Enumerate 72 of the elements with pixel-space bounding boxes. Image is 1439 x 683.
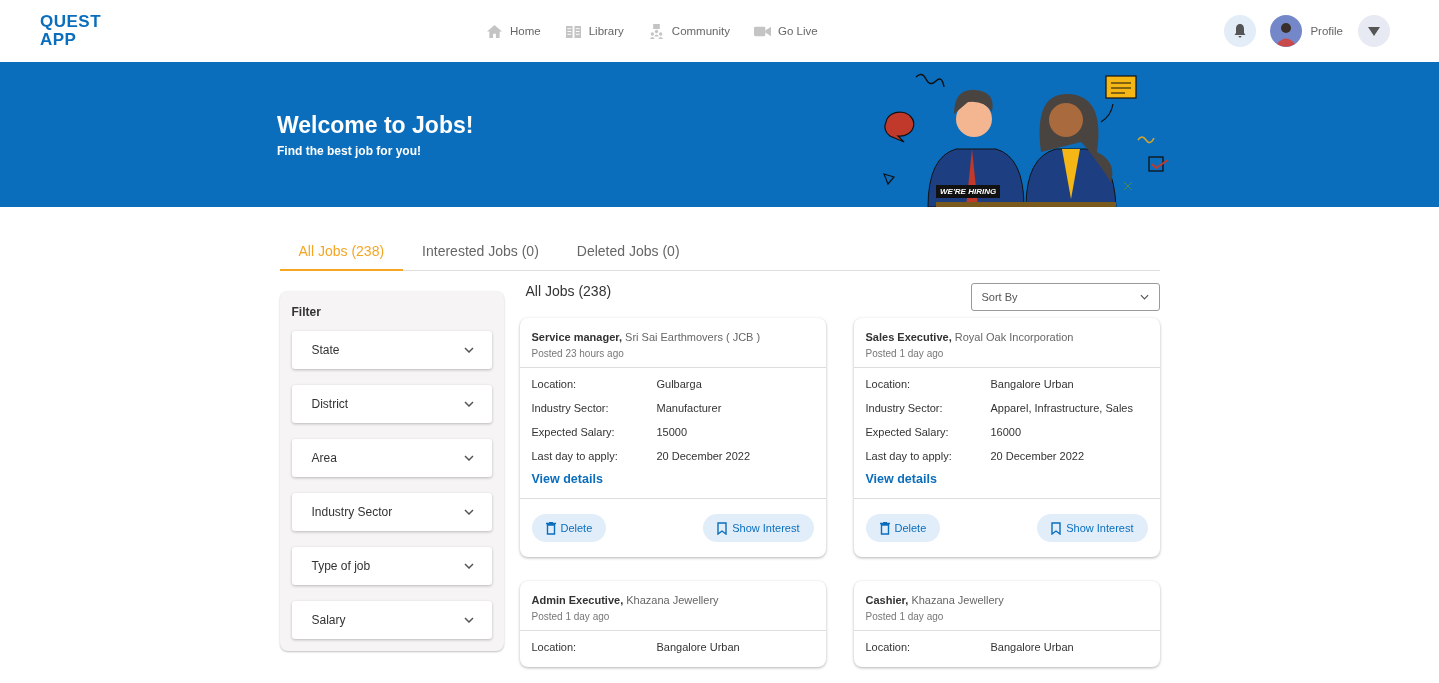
posted-time: Posted 1 day ago [865,611,945,622]
field-value: 20 December 2022 [656,449,752,464]
field-label: Location: [531,377,578,392]
job-title: Cashier, Khazana Jewellery [865,594,1005,606]
list-title: All Jobs (238) [525,283,612,299]
sort-dropdown[interactable]: Sort By [970,283,1160,311]
filter-dropdown[interactable]: Type of job [291,547,492,585]
app-logo[interactable]: QUEST APP [40,13,102,49]
field-value: Bangalore Urban [990,640,1075,655]
field-label: Expected Salary: [531,425,616,440]
chevron-down-icon [463,509,474,515]
profile-menu-button[interactable] [1358,15,1390,47]
field-value: 16000 [990,425,1023,440]
home-icon [486,23,503,39]
job-title: Service manager, Sri Sai Earthmovers ( JCB ) [531,331,762,343]
field-value: Bangalore Urban [990,377,1075,392]
tab[interactable]: Interested Jobs (0) [403,235,558,271]
field-value: Gulbarga [656,377,703,392]
field-value: Apparel, Infrastructure, Sales [990,401,1134,416]
field-label: Last day to apply: [865,449,953,464]
chevron-down-icon [463,401,474,407]
bookmark-icon [717,521,728,535]
notifications-button[interactable] [1224,15,1257,47]
field-label: Location: [865,640,912,655]
people-icon [647,23,665,39]
field-label: Industry Sector: [865,401,944,416]
trash-icon [545,521,556,535]
hiring-sign: WE'RE HIRING [936,185,1001,198]
avatar-icon[interactable] [1270,15,1303,47]
field-label: Last day to apply: [531,449,619,464]
filter-dropdown[interactable]: State [291,331,492,369]
view-details-link[interactable]: View details [865,472,1148,486]
job-title: Sales Executive, Royal Oak Incorporation [865,331,1075,343]
delete-button[interactable]: Delete [865,514,941,542]
show-interest-button[interactable]: Show Interest [703,514,814,542]
field-value: Manufacturer [656,401,723,416]
caret-icon [1368,26,1380,36]
field-value: 20 December 2022 [990,449,1086,464]
chevron-down-icon [463,617,474,623]
job-title: Admin Executive, Khazana Jewellery [531,594,720,606]
field-label: Location: [531,640,578,655]
trash-icon [879,521,890,535]
banner-title: Welcome to Jobs! [277,111,474,139]
nav-link[interactable]: Home [486,23,541,39]
filter-title: Filter [291,305,322,319]
filter-dropdown[interactable]: Area [291,439,492,477]
chevron-down-icon [1139,294,1149,300]
field-value: 15000 [656,425,689,440]
chevron-down-icon [463,455,474,461]
book-icon [564,23,582,39]
chevron-down-icon [463,563,474,569]
filter-dropdown[interactable]: Salary [291,601,492,639]
field-label: Industry Sector: [531,401,610,416]
chevron-down-icon [463,347,474,353]
field-label: Location: [865,377,912,392]
field-value: Bangalore Urban [656,640,741,655]
show-interest-button[interactable]: Show Interest [1037,514,1148,542]
nav-link[interactable]: Go Live [754,23,818,39]
posted-time: Posted 1 day ago [531,611,611,622]
nav-link[interactable]: Library [564,23,624,39]
tab[interactable]: Deleted Jobs (0) [557,235,699,271]
nav-link[interactable]: Community [647,23,730,39]
bookmark-icon [1051,521,1062,535]
delete-button[interactable]: Delete [531,514,607,542]
posted-time: Posted 1 day ago [865,348,945,359]
filter-dropdown[interactable]: District [291,385,492,423]
profile-label[interactable]: Profile [1310,25,1343,37]
field-label: Expected Salary: [865,425,950,440]
view-details-link[interactable]: View details [531,472,814,486]
banner-subtitle: Find the best job for you! [277,143,422,158]
filter-dropdown[interactable]: Industry Sector [291,493,492,531]
posted-time: Posted 23 hours ago [531,348,625,359]
